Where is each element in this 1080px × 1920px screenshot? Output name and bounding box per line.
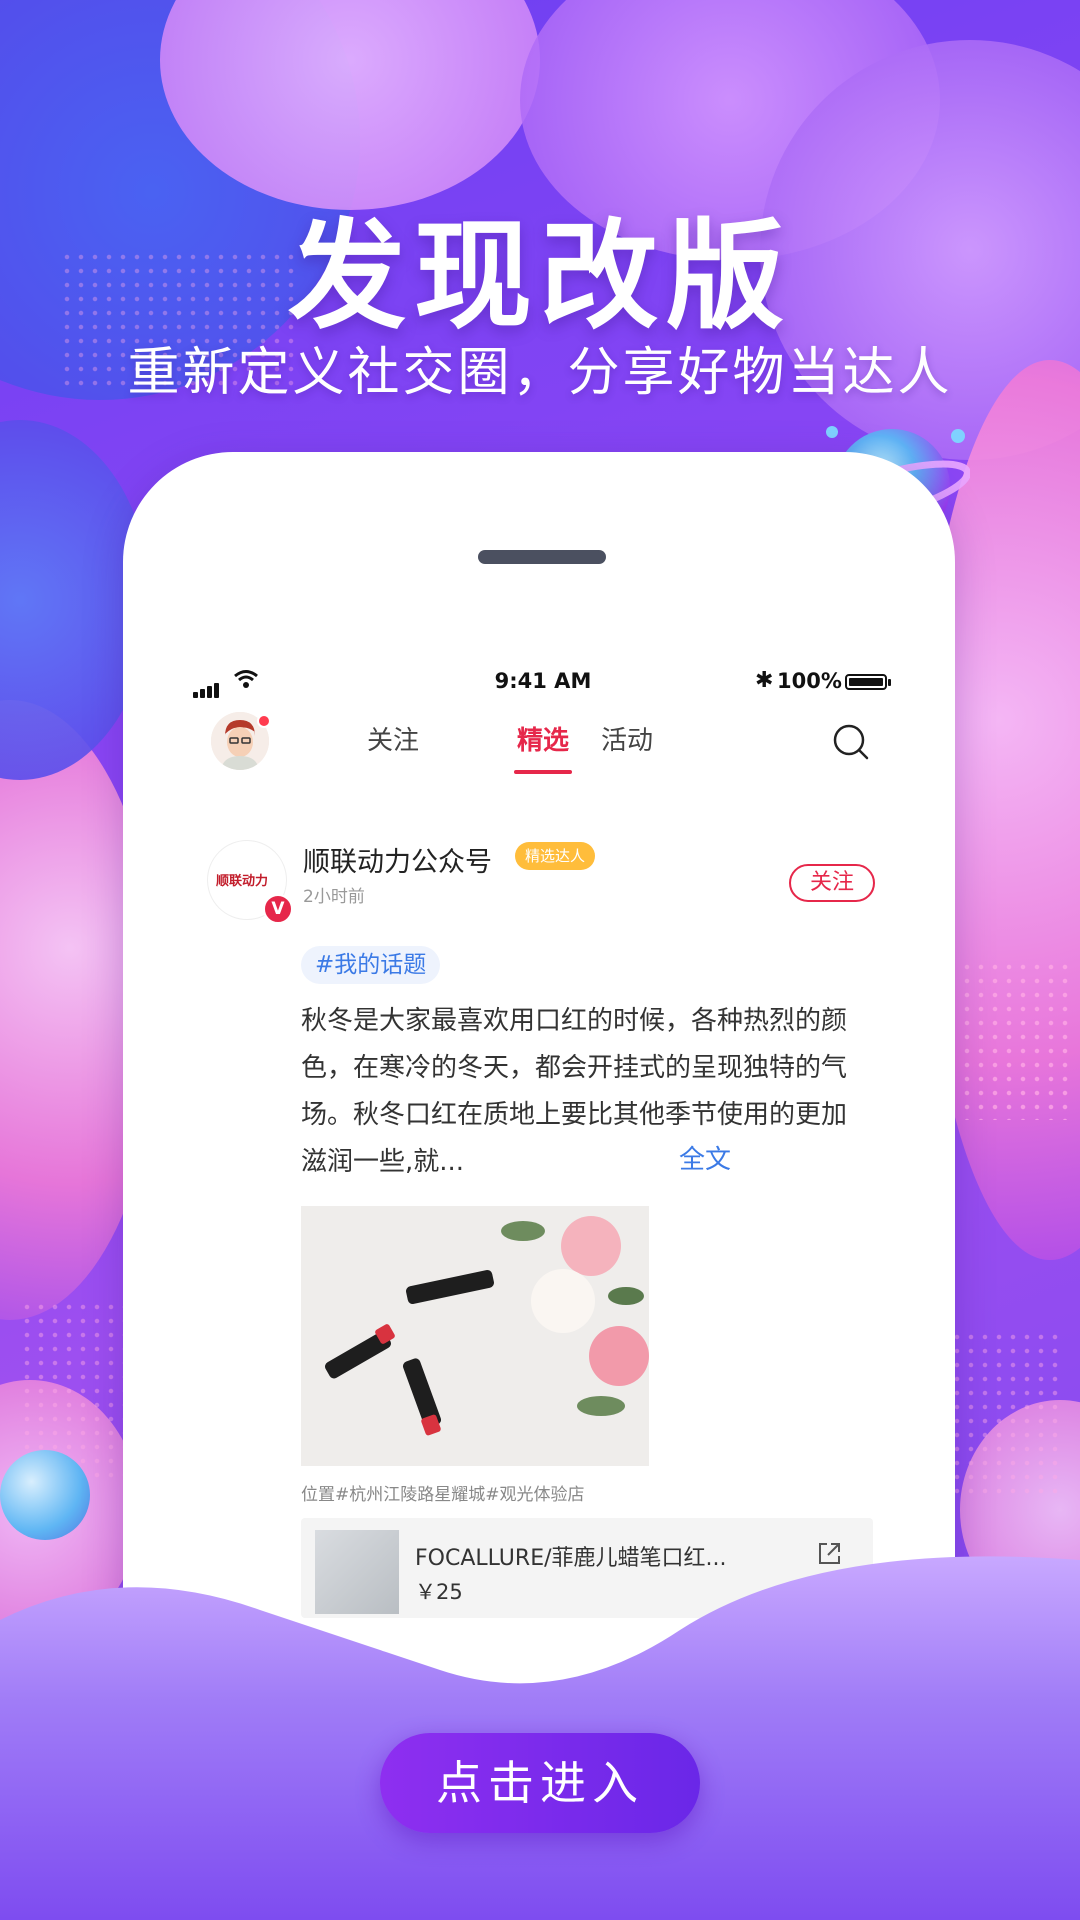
bluetooth-icon: ✱ [755, 668, 774, 693]
phone-speaker [478, 550, 606, 564]
author-level-badge: 精选达人 [515, 842, 596, 870]
tab-featured[interactable]: 精选 [517, 720, 569, 757]
search-icon[interactable] [831, 722, 871, 762]
verified-badge: V [263, 894, 293, 924]
author-logo: 顺联动力 [216, 874, 269, 889]
tab-activity[interactable]: 活动 [601, 720, 653, 757]
hero-title: 发现改版 [287, 207, 792, 345]
notification-dot [257, 714, 271, 728]
follow-button[interactable]: 关注 [789, 864, 875, 902]
post-text: 秋冬是大家最喜欢用口红的时候，各种热烈的颜色，在寒冷的冬天，都会开挂式的呈现独特… [301, 1006, 848, 1177]
battery-icon [845, 674, 891, 690]
top-nav: 关注 精选 活动 [181, 700, 905, 782]
battery-percent: 100% [777, 669, 842, 693]
status-bar: 9:41 AM ✱ 100% [181, 660, 905, 700]
read-more-link[interactable]: 全文 [679, 1139, 731, 1176]
post-time: 2小时前 [303, 887, 365, 907]
post-image[interactable] [301, 1206, 649, 1466]
author-name[interactable]: 顺联动力公众号 [303, 840, 492, 879]
topic-tag[interactable]: #我的话题 [301, 946, 441, 984]
tab-follow[interactable]: 关注 [367, 720, 419, 757]
bottom-wave [0, 1556, 1080, 1920]
enter-button[interactable]: 点击进入 [380, 1733, 700, 1833]
lipstick-photo [301, 1206, 649, 1466]
hero-subtitle: 重新定义社交圈，分享好物当达人 [127, 343, 953, 403]
active-tab-indicator [514, 770, 572, 774]
